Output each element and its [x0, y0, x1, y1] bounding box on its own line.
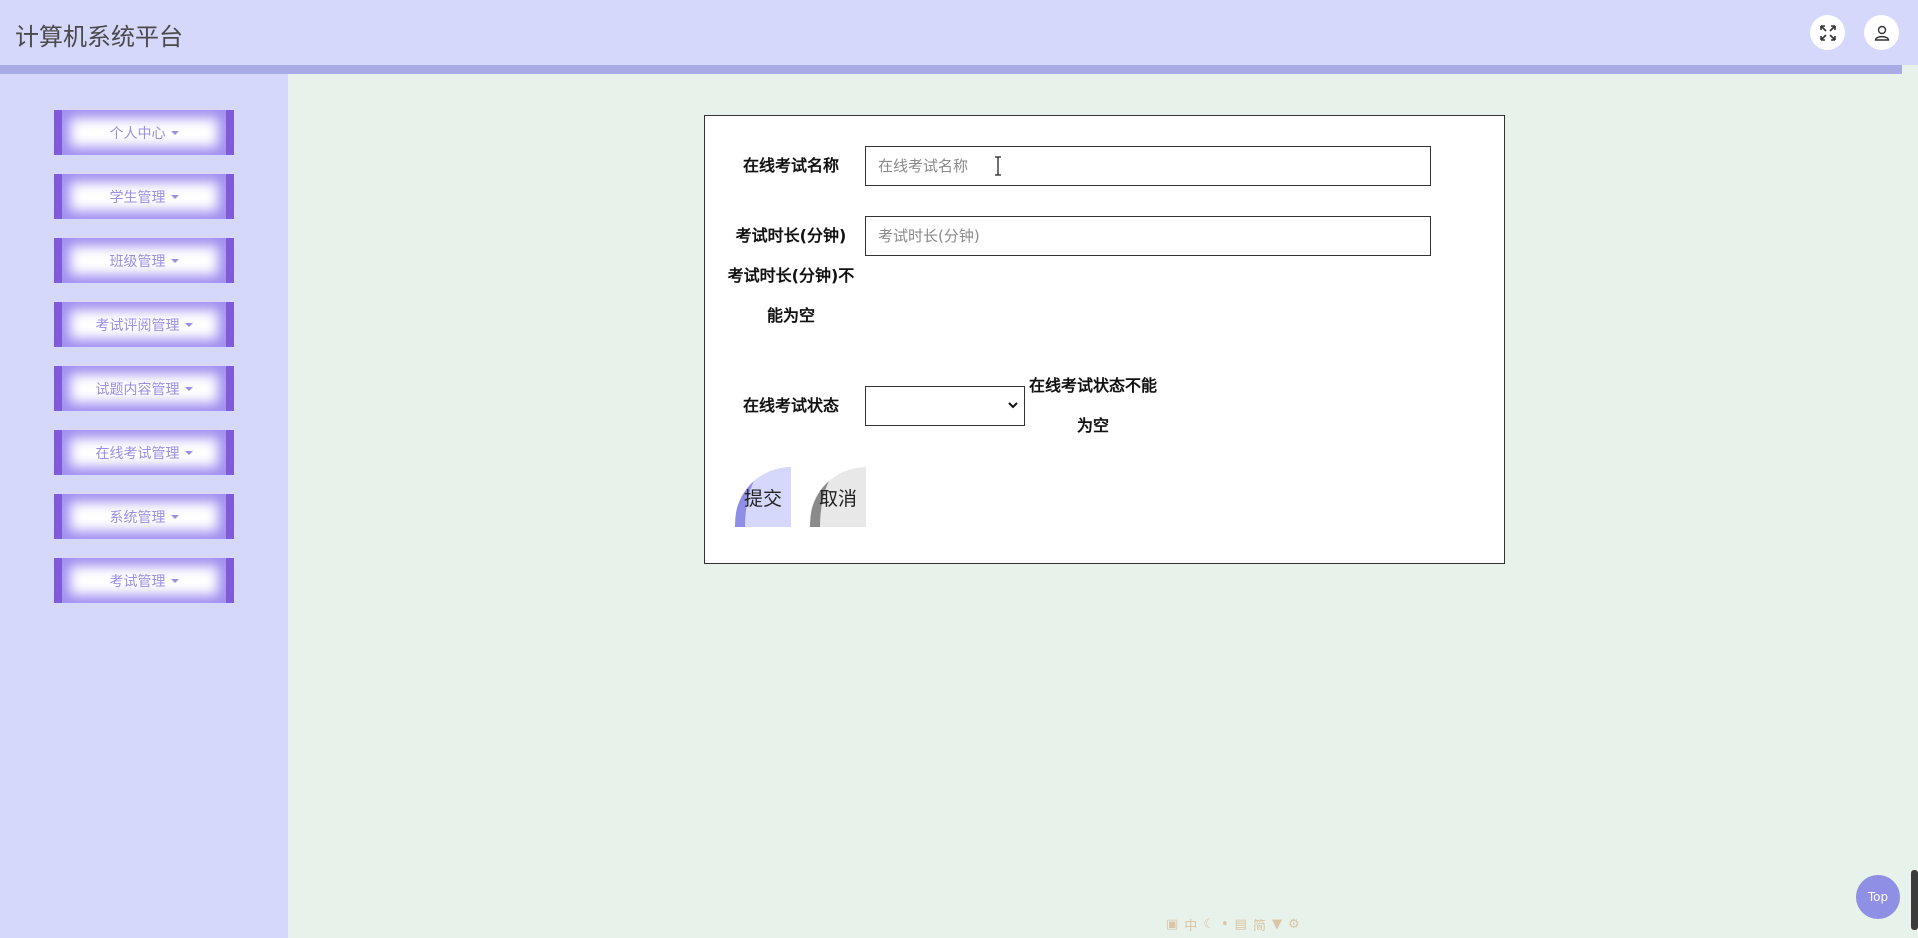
sidebar-item-students[interactable]: 学生管理 — [54, 174, 234, 219]
caret-down-icon — [184, 322, 193, 327]
sidebar-item-question-content[interactable]: 试题内容管理 — [54, 366, 234, 411]
duration-error-line2: 能为空 — [766, 306, 815, 325]
skin-icon: ▼ — [1271, 916, 1282, 932]
caret-down-icon — [170, 258, 179, 263]
exam-status-select[interactable] — [865, 386, 1025, 426]
exam-name-input[interactable] — [865, 146, 1431, 186]
sidebar-item-exam-grading[interactable]: 考试评阅管理 — [54, 302, 234, 347]
sidebar-item-label: 试题内容管理 — [95, 381, 180, 398]
sidebar-item-label: 班级管理 — [109, 253, 166, 270]
sidebar-item-label: 考试评阅管理 — [95, 317, 180, 334]
caret-down-icon — [170, 194, 179, 199]
sidebar-item-label: 在线考试管理 — [95, 445, 180, 462]
fullscreen-button[interactable] — [1810, 15, 1845, 50]
user-button[interactable] — [1864, 15, 1899, 50]
sidebar-item-label: 系统管理 — [109, 509, 166, 526]
top-header: 计算机系统平台 — [0, 0, 1918, 65]
submit-button[interactable]: 提交 — [735, 467, 791, 527]
sidebar-item-system[interactable]: 系统管理 — [54, 494, 234, 539]
back-to-top-label: Top — [1867, 890, 1889, 904]
sidebar-item-label: 个人中心 — [109, 125, 166, 142]
sidebar: 个人中心 学生管理 班级管理 考试评阅管理 试题内容管理 在线考试管理 系统管理… — [0, 74, 288, 938]
status-error-line2: 为空 — [1076, 416, 1109, 435]
exam-name-label: 在线考试名称 — [742, 156, 839, 175]
caret-down-icon — [170, 578, 179, 583]
exam-status-label: 在线考试状态 — [742, 396, 839, 415]
header-divider — [0, 65, 1902, 74]
ime-toolbar: ▣ 中 ☾ • ▤ 简 ▼ ⚙ — [1166, 915, 1300, 934]
user-icon — [1874, 25, 1889, 41]
sidebar-item-classes[interactable]: 班级管理 — [54, 238, 234, 283]
caret-down-icon — [184, 450, 193, 455]
exam-duration-input[interactable] — [865, 216, 1431, 256]
keyboard-icon: ▤ — [1234, 916, 1247, 932]
app-title: 计算机系统平台 — [15, 23, 183, 51]
sidebar-item-label: 考试管理 — [109, 573, 166, 590]
expand-arrows-icon — [1819, 24, 1836, 41]
scrollbar[interactable] — [1911, 870, 1918, 930]
ime-simplified-mode[interactable]: 简 — [1253, 915, 1266, 934]
moon-icon: ☾ — [1203, 916, 1215, 932]
cancel-button[interactable]: 取消 — [810, 467, 866, 527]
settings-icon: ⚙ — [1287, 916, 1300, 932]
punctuation-icon: • — [1220, 916, 1229, 932]
sidebar-item-exam-management[interactable]: 考试管理 — [54, 558, 234, 603]
cancel-button-label: 取消 — [818, 487, 857, 510]
ime-chinese-mode[interactable]: 中 — [1184, 915, 1197, 934]
submit-button-label: 提交 — [743, 487, 782, 510]
sidebar-item-personal-center[interactable]: 个人中心 — [54, 110, 234, 155]
sidebar-item-label: 学生管理 — [109, 189, 166, 206]
duration-error-line1: 考试时长(分钟)不 — [727, 266, 855, 285]
ime-logo-icon: ▣ — [1166, 916, 1179, 932]
exam-form: 在线考试名称 考试时长(分钟) 考试时长(分钟)不 能为空 在线考试状态 在线考… — [704, 115, 1505, 564]
caret-down-icon — [170, 514, 179, 519]
status-error-line1: 在线考试状态不能 — [1028, 376, 1157, 395]
caret-down-icon — [184, 386, 193, 391]
caret-down-icon — [170, 130, 179, 135]
exam-duration-label: 考试时长(分钟) — [735, 226, 847, 245]
back-to-top-button[interactable]: Top — [1856, 875, 1900, 919]
chevron-down-icon — [1008, 402, 1018, 409]
sidebar-item-online-exams[interactable]: 在线考试管理 — [54, 430, 234, 475]
text-cursor-icon — [995, 156, 1001, 176]
